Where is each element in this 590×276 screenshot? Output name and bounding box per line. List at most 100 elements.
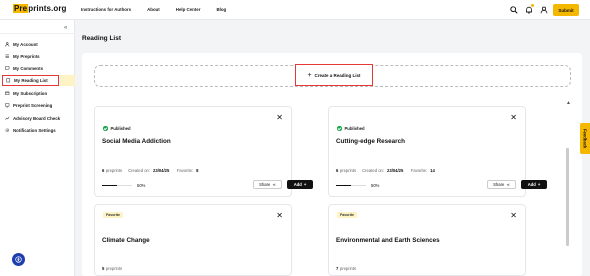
create-reading-list-button[interactable]: + Create a Reading List: [295, 64, 373, 86]
sidebar-item-label: My Account: [13, 42, 38, 47]
active-item-highlight: [60, 75, 75, 86]
sidebar-item-label: My Subscription: [13, 91, 48, 96]
plus-icon: +: [303, 182, 307, 187]
create-reading-list-label: Create a Reading List: [314, 72, 361, 78]
status-label: Published: [110, 126, 131, 131]
plus-icon: +: [307, 71, 312, 79]
nav-about[interactable]: About: [147, 7, 160, 12]
sidebar-item-preprint-screening[interactable]: Preprint Screening: [0, 100, 75, 111]
chart-icon: [5, 116, 10, 121]
scroll-up-icon[interactable]: ▲: [566, 100, 571, 106]
progress-fill: [102, 184, 117, 187]
preprints-count: 6: [336, 168, 339, 173]
sidebar-item-my-account[interactable]: My Account: [0, 39, 75, 50]
sidebar-item-label: My Preprints: [13, 54, 40, 59]
sidebar-item-my-comments[interactable]: My Comments: [0, 63, 75, 74]
share-button[interactable]: Share ⋖: [253, 180, 282, 189]
preprints-label: preprints: [339, 168, 357, 173]
card-meta: 7 preprints: [336, 266, 356, 271]
scrollbar-thumb[interactable]: [566, 148, 569, 246]
logo-pre: Pre: [13, 4, 29, 13]
card-title[interactable]: Environmental and Earth Sciences: [336, 237, 440, 244]
card-meta: 6 preprints Created on: 23/04/25 Favorite:…: [102, 168, 200, 173]
reading-list-card[interactable]: Favorite ✕ Environmental and Earth Scien…: [328, 204, 526, 276]
notification-badge: [531, 4, 534, 7]
card-title[interactable]: Social Media Addiction: [102, 138, 171, 145]
progress-bar: [102, 184, 132, 187]
reading-list-card[interactable]: ✕ Published Social Media Addiction 6 prep…: [94, 106, 313, 197]
created-label: Created on:: [128, 168, 151, 173]
reading-list-card[interactable]: Favorite ✕ Climate Change 5 preprints: [94, 204, 292, 276]
top-header: Preprints.org Instructions for Authors A…: [0, 0, 590, 20]
progress-text: 50%: [371, 183, 380, 188]
status-label: Published: [344, 126, 365, 131]
share-label: Share: [259, 182, 271, 187]
share-icon: ⋖: [272, 182, 276, 187]
feedback-tab[interactable]: Feedback: [580, 123, 590, 154]
comment-icon: [5, 66, 10, 71]
progress-text: 50%: [137, 183, 146, 188]
preprints-label: preprints: [339, 266, 357, 271]
created-label: Created on:: [362, 168, 385, 173]
sidebar-item-label: Preprint Screening: [13, 103, 53, 108]
card-title[interactable]: Climate Change: [102, 237, 150, 244]
share-icon: ⋖: [506, 182, 510, 187]
collapse-sidebar-icon[interactable]: «: [64, 25, 67, 31]
nav-instructions[interactable]: Instructions for Authors: [81, 7, 131, 12]
accessibility-icon: [15, 256, 22, 263]
card-meta: 6 preprints Created on: 23/04/25 Favorite:…: [336, 168, 436, 173]
plus-icon: +: [537, 182, 541, 187]
close-icon[interactable]: ✕: [510, 212, 517, 220]
progress-indicator: 50%: [102, 183, 145, 188]
add-button[interactable]: Add +: [287, 180, 313, 189]
page-title: Reading List: [82, 35, 122, 42]
status-badge: Published: [337, 126, 365, 131]
sidebar-item-label: Advisory Board Check: [13, 116, 61, 121]
screen-icon: [5, 103, 10, 108]
add-label: Add: [527, 182, 536, 187]
gear-icon: [5, 128, 10, 133]
created-date: 23/04/25: [387, 168, 404, 173]
add-label: Add: [293, 182, 302, 187]
sidebar-item-my-subscription[interactable]: My Subscription: [0, 88, 75, 99]
add-button[interactable]: Add +: [521, 180, 547, 189]
share-button[interactable]: Share ⋖: [487, 180, 516, 189]
submit-button[interactable]: Submit: [553, 4, 579, 16]
sidebar-item-label: My Comments: [13, 66, 44, 71]
sidebar-item-my-preprints[interactable]: My Preprints: [0, 51, 75, 62]
favorites-label: Favorite:: [176, 168, 194, 173]
progress-indicator: 50%: [336, 183, 379, 188]
reading-list-card[interactable]: ✕ Published Cutting-edge Research 6 prepr…: [328, 106, 547, 197]
sidebar-item-my-reading-list[interactable]: My Reading List: [2, 75, 59, 86]
card-meta: 5 preprints: [102, 266, 122, 271]
favorites-label: Favorite:: [410, 168, 428, 173]
sidebar-item-advisory-board-check[interactable]: Advisory Board Check: [0, 113, 75, 124]
bookmark-icon: [6, 78, 11, 83]
preprints-count: 6: [102, 168, 105, 173]
search-icon[interactable]: [509, 5, 518, 14]
card-title[interactable]: Cutting-edge Research: [336, 138, 405, 145]
sidebar-divider: [0, 33, 75, 34]
feedback-label: Feedback: [582, 128, 588, 149]
nav-blog[interactable]: Blog: [216, 7, 226, 12]
preprints-logo[interactable]: Preprints.org: [13, 4, 67, 13]
help-fab-button[interactable]: [12, 253, 25, 266]
close-icon[interactable]: ✕: [276, 212, 283, 220]
close-icon[interactable]: ✕: [510, 114, 517, 122]
check-circle-icon: [337, 126, 342, 131]
progress-bar: [336, 184, 366, 187]
preprints-count: 5: [102, 266, 105, 271]
favorite-tag: Favorite: [103, 212, 123, 218]
status-badge: Published: [103, 126, 131, 131]
preprints-count: 7: [336, 266, 339, 271]
bell-icon[interactable]: [524, 4, 534, 14]
created-date: 23/04/25: [153, 168, 170, 173]
nav-help-center[interactable]: Help Center: [176, 7, 201, 12]
preprints-label: preprints: [105, 266, 123, 271]
user-icon[interactable]: [539, 5, 548, 14]
close-icon[interactable]: ✕: [276, 114, 283, 122]
person-icon: [5, 42, 10, 47]
sidebar-item-notification-settings[interactable]: Notification Settings: [0, 125, 75, 136]
main-nav: Instructions for Authors About Help Cent…: [81, 7, 226, 12]
favorites-count: 14: [430, 168, 435, 173]
